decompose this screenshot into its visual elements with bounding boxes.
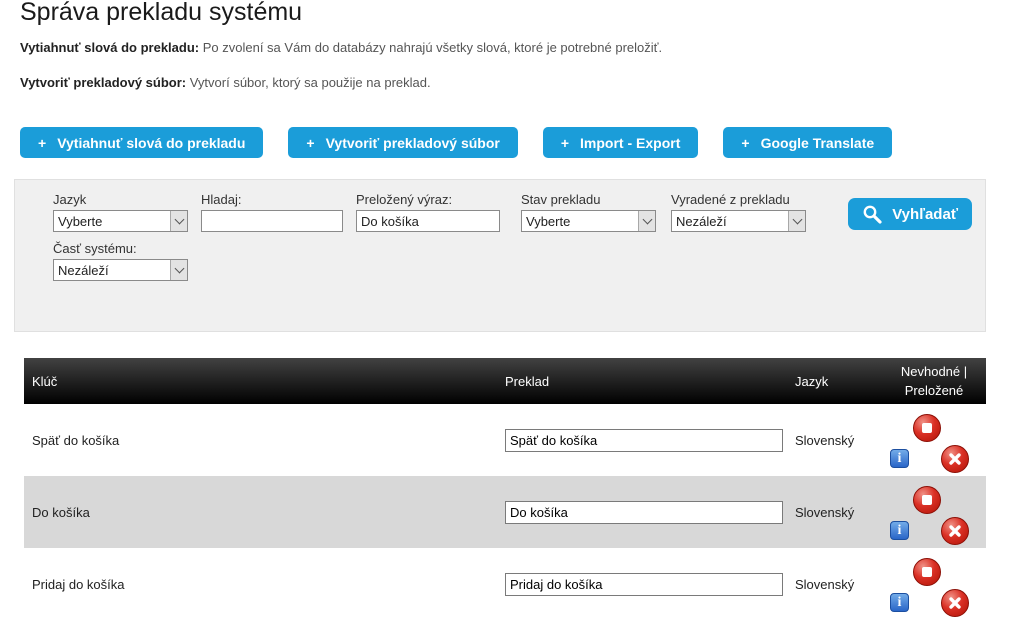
status-header-line2: Preložené <box>905 381 964 400</box>
description-label: Vytiahnuť slová do prekladu: <box>20 40 199 55</box>
description-create-file: Vytvoriť prekladový súbor: Vytvorí súbor… <box>20 75 1015 91</box>
chevron-down-icon <box>170 260 187 280</box>
search-term-label: Hladaj: <box>201 192 343 207</box>
system-part-field: Časť systému: Nezáleží <box>53 241 188 281</box>
import-export-button[interactable]: + Import - Export <box>543 127 699 158</box>
row-key: Pridaj do košíka <box>24 548 505 617</box>
plus-icon: + <box>306 135 314 151</box>
translation-input[interactable] <box>505 501 783 524</box>
translation-status-select[interactable]: Vyberte <box>521 210 656 232</box>
action-buttons-row: + Vytiahnuť slová do prekladu + Vytvoriť… <box>20 127 1015 158</box>
column-header-key: Klúč <box>24 358 505 404</box>
table-row: Pridaj do košíka Slovenský i <box>24 548 986 617</box>
excluded-filter-field: Vyradené z prekladu Nezáleží <box>671 192 806 232</box>
translated-term-input[interactable] <box>356 210 500 232</box>
stop-icon[interactable] <box>913 558 941 586</box>
description-text: Po zvolení sa Vám do databázy nahrajú vš… <box>199 40 662 55</box>
x-glyph <box>948 524 962 538</box>
select-value: Vyberte <box>54 214 170 229</box>
translation-input[interactable] <box>505 429 783 452</box>
google-translate-button[interactable]: + Google Translate <box>723 127 892 158</box>
table-row: Späť do košíka Slovenský i <box>24 404 986 476</box>
button-label: Vytvoriť prekladový súbor <box>326 135 500 151</box>
row-language: Slovenský <box>795 548 885 617</box>
column-header-language: Jazyk <box>795 358 885 404</box>
translations-table: Klúč Preklad Jazyk Nevhodné | Preložené … <box>24 358 986 617</box>
extract-words-button[interactable]: + Vytiahnuť slová do prekladu <box>20 127 263 158</box>
translated-term-label: Preložený výraz: <box>356 192 500 207</box>
column-header-translation: Preklad <box>505 358 795 404</box>
chevron-down-icon <box>788 211 805 231</box>
table-header: Klúč Preklad Jazyk Nevhodné | Preložené <box>24 358 986 404</box>
system-part-select[interactable]: Nezáleží <box>53 259 188 281</box>
search-button-label: Vyhľadať <box>892 206 958 223</box>
language-select[interactable]: Vyberte <box>53 210 188 232</box>
create-translation-file-button[interactable]: + Vytvoriť prekladový súbor <box>288 127 517 158</box>
translation-input[interactable] <box>505 573 783 596</box>
translation-status-field: Stav prekladu Vyberte <box>521 192 656 232</box>
row-key: Späť do košíka <box>24 404 505 476</box>
description-label: Vytvoriť prekladový súbor: <box>20 75 186 90</box>
language-filter-label: Jazyk <box>53 192 188 207</box>
column-header-status: Nevhodné | Preložené <box>885 358 986 404</box>
row-key: Do košíka <box>24 476 505 548</box>
description-extract-words: Vytiahnuť slová do prekladu: Po zvolení … <box>20 40 1015 56</box>
search-term-field: Hladaj: <box>201 192 343 232</box>
info-icon[interactable]: i <box>890 521 909 540</box>
select-value: Vyberte <box>522 214 638 229</box>
plus-icon: + <box>38 135 46 151</box>
table-row: Do košíka Slovenský i <box>24 476 986 548</box>
button-label: Vytiahnuť slová do prekladu <box>57 135 245 151</box>
excluded-filter-label: Vyradené z prekladu <box>671 192 806 207</box>
x-glyph <box>948 452 962 466</box>
row-language: Slovenský <box>795 404 885 476</box>
filter-panel: Jazyk Vyberte Hladaj: Preložený výraz: S… <box>14 179 986 332</box>
search-icon <box>862 204 883 225</box>
translation-status-label: Stav prekladu <box>521 192 656 207</box>
system-part-label: Časť systému: <box>53 241 188 256</box>
stop-icon[interactable] <box>913 486 941 514</box>
search-button[interactable]: Vyhľadať <box>848 198 972 230</box>
select-value: Nezáleží <box>54 263 170 278</box>
info-icon[interactable]: i <box>890 593 909 612</box>
select-value: Nezáleží <box>672 214 788 229</box>
button-label: Google Translate <box>761 135 875 151</box>
language-filter-field: Jazyk Vyberte <box>53 192 188 232</box>
delete-icon[interactable] <box>941 517 969 545</box>
info-icon[interactable]: i <box>890 449 909 468</box>
row-language: Slovenský <box>795 476 885 548</box>
x-glyph <box>948 596 962 610</box>
plus-icon: + <box>741 135 749 151</box>
button-label: Import - Export <box>580 135 680 151</box>
description-text: Vytvorí súbor, ktorý sa použije na prekl… <box>186 75 430 90</box>
page-title: Správa prekladu systému <box>20 0 1015 26</box>
search-term-input[interactable] <box>201 210 343 232</box>
chevron-down-icon <box>170 211 187 231</box>
chevron-down-icon <box>638 211 655 231</box>
plus-icon: + <box>561 135 569 151</box>
delete-icon[interactable] <box>941 445 969 473</box>
translated-term-field: Preložený výraz: <box>356 192 500 232</box>
stop-icon[interactable] <box>913 414 941 442</box>
status-header-line1: Nevhodné | <box>901 362 967 381</box>
excluded-select[interactable]: Nezáleží <box>671 210 806 232</box>
delete-icon[interactable] <box>941 589 969 617</box>
